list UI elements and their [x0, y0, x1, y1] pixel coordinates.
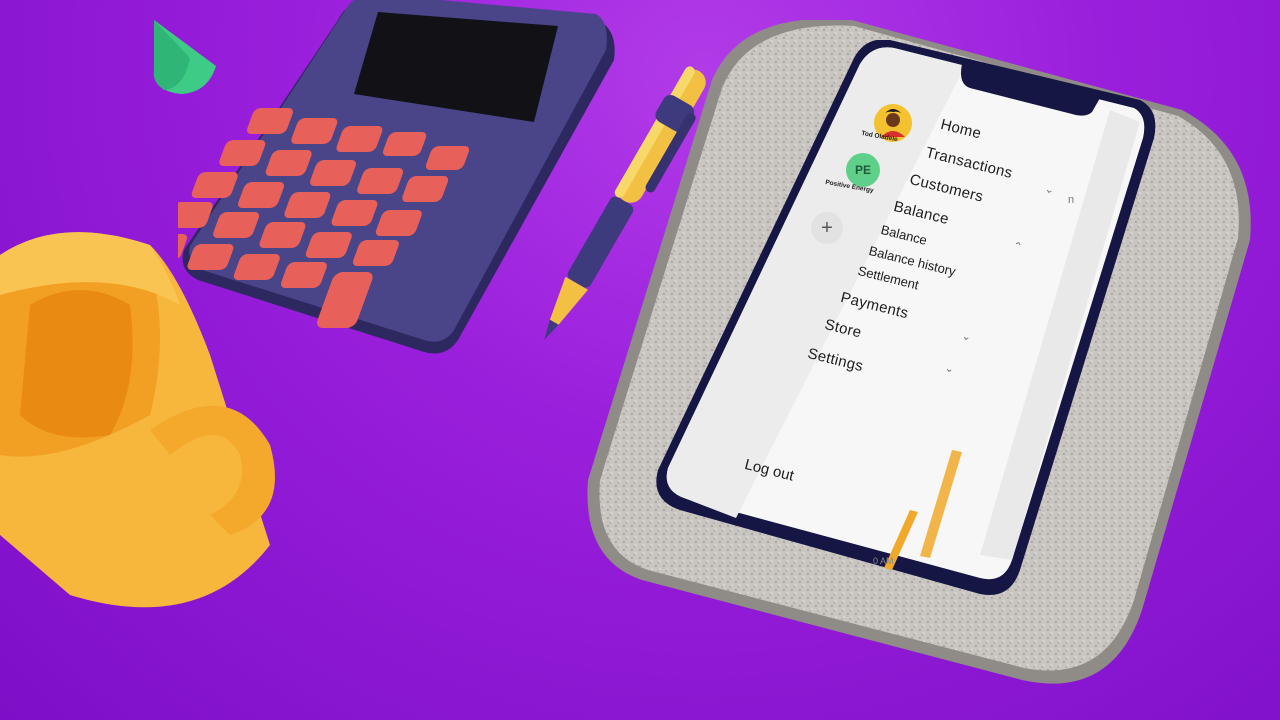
background-time-fragment: 0 AM [873, 556, 894, 566]
desk-scene: Tod Oladele PE Positive Energy + Home Tr… [0, 0, 1280, 720]
background-field-fragment: n [1068, 194, 1075, 206]
yellow-mug-object [0, 232, 275, 608]
